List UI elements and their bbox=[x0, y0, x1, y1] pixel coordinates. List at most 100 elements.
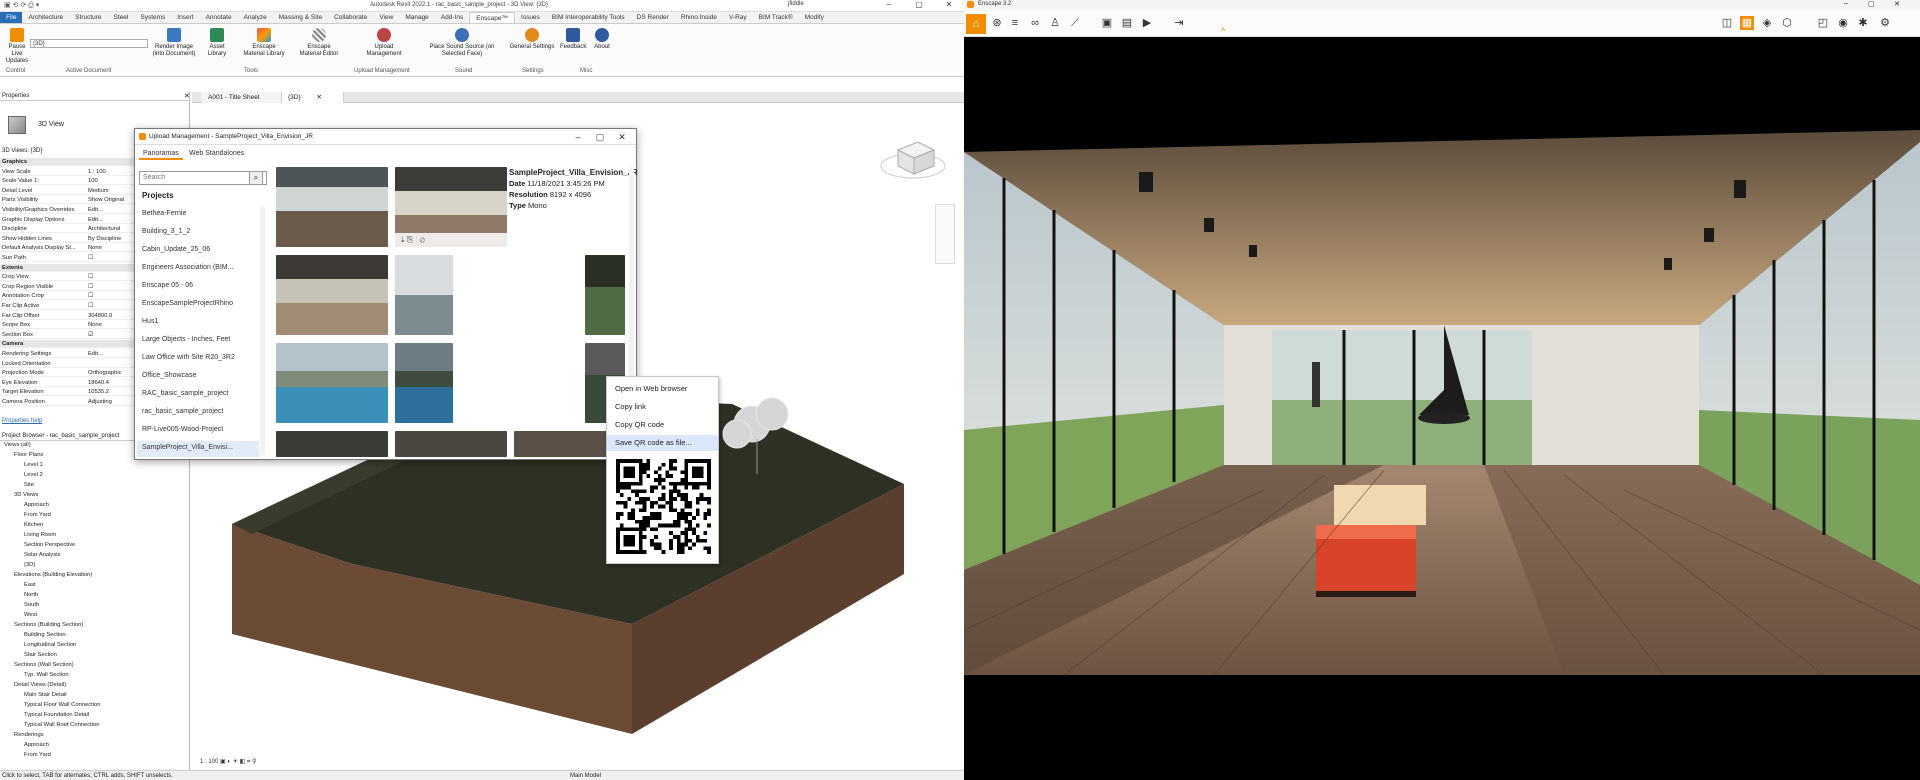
orbit-icon[interactable]: ⊛ bbox=[990, 16, 1004, 30]
project-list-item[interactable]: RAC_basic_sample_project bbox=[142, 387, 257, 403]
browser-item[interactable]: Building Section bbox=[24, 632, 66, 638]
ribbon-tab[interactable]: Structure bbox=[69, 12, 107, 23]
asset-library-button[interactable]: Asset Library bbox=[202, 28, 232, 58]
place-sound-source-button[interactable]: Place Sound Source (on Selected Face) bbox=[424, 28, 500, 58]
vr-icon[interactable]: ◰ bbox=[1816, 16, 1830, 30]
panorama-thumbnail[interactable] bbox=[276, 343, 388, 423]
minimize-icon[interactable]: – bbox=[1844, 0, 1848, 7]
close-icon[interactable]: ✕ bbox=[934, 0, 964, 12]
browser-item[interactable]: {3D} bbox=[24, 562, 35, 568]
eye-icon[interactable]: ◉ bbox=[1836, 16, 1850, 30]
model-selector[interactable]: Main Model bbox=[570, 771, 601, 780]
active-view-combo[interactable]: {3D} bbox=[30, 39, 148, 48]
ribbon-tab[interactable]: Architecture bbox=[22, 12, 69, 23]
browser-item[interactable]: Renderings bbox=[14, 732, 44, 738]
maximize-icon[interactable]: ▢ bbox=[589, 129, 611, 145]
panorama-thumbnail[interactable] bbox=[395, 431, 507, 457]
project-list-item[interactable]: Law Office with Site R20_3R2 bbox=[142, 351, 257, 367]
doc-tab-title-sheet[interactable]: A001 - Title Sheet bbox=[202, 92, 282, 103]
panorama-thumbnail[interactable] bbox=[395, 255, 453, 335]
material-library-button[interactable]: Enscape Material Library bbox=[242, 28, 286, 58]
ribbon-tab[interactable]: Add-Ins bbox=[435, 12, 469, 23]
browser-item[interactable]: Sections (Building Section) bbox=[14, 622, 83, 628]
minimize-icon[interactable]: – bbox=[874, 0, 904, 12]
ribbon-tab[interactable]: BIM Track® bbox=[753, 12, 799, 23]
ribbon-tab[interactable]: BIM Interoperability Tools bbox=[546, 12, 631, 23]
close-icon[interactable]: ✕ bbox=[184, 92, 190, 100]
browser-item[interactable]: Approach bbox=[24, 742, 49, 748]
browser-item[interactable]: Section Perspective bbox=[24, 542, 75, 548]
browser-item[interactable]: Typ. Wall Section bbox=[24, 672, 69, 678]
ribbon-tab[interactable]: Massing & Site bbox=[273, 12, 328, 23]
type-selector[interactable]: 3D Views: {3D} bbox=[2, 148, 42, 154]
project-list-item[interactable]: Hus1 bbox=[142, 315, 257, 331]
menu-item-save-qr[interactable]: Save QR code as file... bbox=[607, 435, 718, 451]
tab-panoramas[interactable]: Panoramas bbox=[139, 148, 183, 160]
binoculars-icon[interactable]: ∞ bbox=[1028, 16, 1042, 30]
browser-item[interactable]: Kitchen bbox=[24, 522, 43, 528]
project-list-item[interactable]: SampleProject_Villa_Envisi... bbox=[137, 441, 259, 457]
feedback-button[interactable]: Feedback bbox=[560, 28, 586, 51]
browser-item[interactable]: Typical Wall Roof Connection bbox=[24, 722, 100, 728]
visual-settings-icon[interactable]: ✱ bbox=[1856, 16, 1870, 30]
menu-item-open-web[interactable]: Open in Web browser bbox=[607, 381, 718, 397]
browser-item[interactable]: From Yard bbox=[24, 752, 51, 758]
project-list-item[interactable]: RP-Live005-Wood-Project bbox=[142, 423, 257, 439]
ribbon-tab[interactable]: Systems bbox=[134, 12, 171, 23]
browser-item[interactable]: Detail Views (Detail) bbox=[14, 682, 66, 688]
browser-item[interactable]: South bbox=[24, 602, 39, 608]
properties-help-link[interactable]: Properties help bbox=[2, 418, 42, 424]
ribbon-tab[interactable]: Issues bbox=[515, 12, 546, 23]
ribbon-tab[interactable]: Steel bbox=[108, 12, 135, 23]
ribbon-tab[interactable]: Enscape™ bbox=[469, 12, 516, 23]
ribbon-tab[interactable]: Insert bbox=[171, 12, 199, 23]
search-icon[interactable]: ⌕ bbox=[249, 171, 263, 185]
close-icon[interactable]: ✕ bbox=[316, 94, 321, 101]
ribbon-tab[interactable]: Analyze bbox=[238, 12, 273, 23]
home-icon[interactable]: ⌂ bbox=[966, 14, 986, 34]
upload-management-button[interactable]: Upload Management bbox=[362, 28, 406, 58]
settings-icon[interactable]: ⚙ bbox=[1878, 16, 1892, 30]
cube-icon[interactable]: ⬡ bbox=[1780, 16, 1794, 30]
search-input[interactable]: Search bbox=[139, 171, 267, 185]
quick-access-toolbar[interactable]: ▣ ⟲ ⟳ ⎙ ▾ bbox=[4, 1, 39, 10]
ribbon-tab[interactable]: V-Ray bbox=[723, 12, 753, 23]
enscape-render-view[interactable] bbox=[964, 130, 1920, 675]
thumbnail-actions[interactable]: ⤓ ⎘ ⋮ ⊘ bbox=[395, 233, 507, 247]
video-icon[interactable]: ▶ bbox=[1140, 16, 1154, 30]
material-icon[interactable]: ◈ bbox=[1760, 16, 1774, 30]
screenshot-icon[interactable]: ▣ bbox=[1100, 16, 1114, 30]
sign-in-user[interactable]: jfiddle bbox=[788, 1, 804, 7]
menu-item-copy-link[interactable]: Copy link bbox=[607, 399, 718, 415]
asset-icon[interactable]: ▦ bbox=[1740, 16, 1754, 30]
general-settings-button[interactable]: General Settings bbox=[508, 28, 556, 51]
browser-item[interactable]: West bbox=[24, 612, 37, 618]
browser-item[interactable]: East bbox=[24, 582, 36, 588]
browser-item[interactable]: Level 1 bbox=[24, 462, 43, 468]
ribbon-tab[interactable]: Rhino.Inside bbox=[675, 12, 723, 23]
project-list-item[interactable]: Building_3_1_2 bbox=[142, 225, 257, 241]
close-icon[interactable]: ✕ bbox=[611, 129, 633, 145]
project-list-item[interactable]: Large Objects - Inches, Feet bbox=[142, 333, 257, 349]
minimize-icon[interactable]: – bbox=[567, 129, 589, 145]
project-list-item[interactable]: Enscape 05 - 06 bbox=[142, 279, 257, 295]
ribbon-tab[interactable]: Manage bbox=[399, 12, 435, 23]
browser-item[interactable]: North bbox=[24, 592, 38, 598]
browser-item[interactable]: Level 2 bbox=[24, 472, 43, 478]
batch-render-icon[interactable]: ▤ bbox=[1120, 16, 1134, 30]
ribbon-tab[interactable]: File bbox=[0, 12, 23, 23]
project-list-item[interactable]: EnscapeSampleProjectRhino bbox=[142, 297, 257, 313]
doc-tab-3d[interactable]: {3D} ✕ bbox=[282, 92, 344, 103]
panorama-thumbnail[interactable] bbox=[276, 167, 388, 247]
browser-item[interactable]: Approach bbox=[24, 502, 49, 508]
person-icon[interactable]: ♙ bbox=[1048, 16, 1062, 30]
browser-item[interactable]: Site bbox=[24, 482, 34, 488]
browser-item[interactable]: Typical Foundation Detail bbox=[24, 712, 89, 718]
browser-item[interactable]: Living Room bbox=[24, 532, 56, 538]
pause-live-updates-button[interactable]: Pause Live Updates bbox=[3, 28, 31, 65]
export-icon[interactable]: ⇥ bbox=[1172, 16, 1186, 30]
panorama-thumbnail[interactable] bbox=[276, 255, 388, 335]
road-icon[interactable]: ⟋ bbox=[1068, 16, 1082, 30]
browser-item[interactable]: Main Stair Detail bbox=[24, 692, 67, 698]
close-icon[interactable]: ✕ bbox=[1894, 0, 1900, 8]
